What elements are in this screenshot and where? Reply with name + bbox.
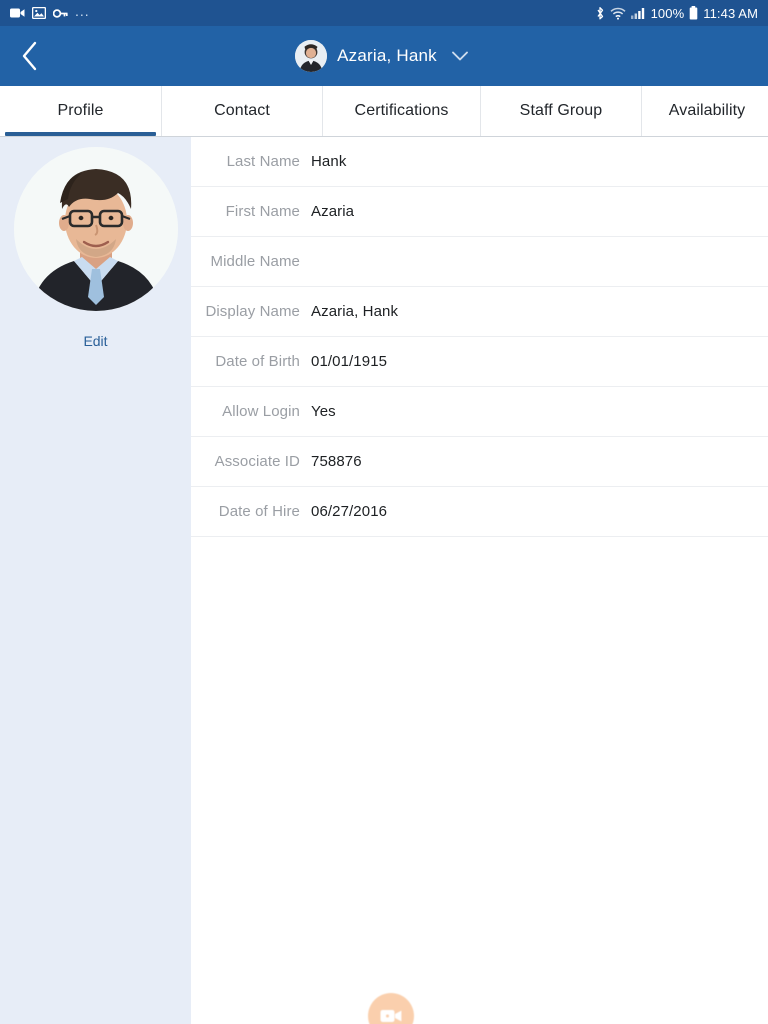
field-row-middle-name[interactable]: Middle Name <box>191 237 768 287</box>
field-value: Azaria <box>311 203 355 220</box>
back-chevron-icon <box>22 41 37 71</box>
app-header: Azaria, Hank <box>0 26 768 86</box>
tab-certifications[interactable]: Certifications <box>323 86 481 136</box>
status-bar-system: 100% 11:43 AM <box>595 6 758 21</box>
key-icon <box>53 8 68 19</box>
field-row-allow-login[interactable]: Allow Login Yes <box>191 387 768 437</box>
field-value: 758876 <box>311 453 362 470</box>
profile-avatar[interactable] <box>13 147 178 311</box>
field-row-associate-id[interactable]: Associate ID 758876 <box>191 437 768 487</box>
field-label: Date of Hire <box>218 503 300 520</box>
tab-label: Availability <box>668 102 746 119</box>
page-title: Azaria, Hank <box>337 46 437 65</box>
content-area: Edit Last Name Hank First Name Azaria Mi… <box>0 137 768 1024</box>
tab-label: Profile <box>57 102 104 119</box>
tab-label: Contact <box>214 102 270 119</box>
battery-percent-label: 100% <box>650 5 685 21</box>
field-row-date-of-birth[interactable]: Date of Birth 01/01/1915 <box>191 337 768 387</box>
tab-contact[interactable]: Contact <box>162 86 323 136</box>
field-row-display-name[interactable]: Display Name Azaria, Hank <box>191 287 768 337</box>
field-label: Middle Name <box>210 253 300 270</box>
cellular-signal-icon <box>630 7 646 19</box>
field-value: 06/27/2016 <box>311 503 388 520</box>
tab-label: Certifications <box>354 102 449 119</box>
video-camera-icon <box>380 1010 402 1022</box>
bluetooth-icon <box>595 6 605 21</box>
tab-staff-group[interactable]: Staff Group <box>481 86 642 136</box>
field-row-last-name[interactable]: Last Name Hank <box>191 137 768 187</box>
back-button[interactable] <box>0 26 60 86</box>
edit-photo-link[interactable]: Edit <box>83 333 107 349</box>
field-label: Associate ID <box>214 453 300 470</box>
field-row-first-name[interactable]: First Name Azaria <box>191 187 768 237</box>
field-value: 01/01/1915 <box>311 353 388 370</box>
field-row-date-of-hire[interactable]: Date of Hire 06/27/2016 <box>191 487 768 537</box>
header-title-group: Azaria, Hank <box>0 26 768 86</box>
chevron-down-icon <box>451 51 468 61</box>
field-label: Last Name <box>226 153 300 170</box>
header-dropdown-button[interactable] <box>447 43 473 69</box>
wifi-icon <box>610 7 626 20</box>
field-value: Hank <box>311 153 347 170</box>
battery-full-icon <box>689 6 698 20</box>
tab-profile[interactable]: Profile <box>0 86 162 136</box>
video-camera-icon <box>10 7 25 19</box>
field-label: Display Name <box>205 303 300 320</box>
field-value: Azaria, Hank <box>311 303 399 320</box>
field-value: Yes <box>311 403 336 420</box>
profile-sidebar: Edit <box>0 137 191 1024</box>
field-label: First Name <box>225 203 300 220</box>
status-bar-notifications: ... <box>10 4 90 22</box>
clock-label: 11:43 AM <box>703 5 758 21</box>
tab-label: Staff Group <box>519 102 603 119</box>
app-screen: ... 100% 11:43 AM Azaria, Hank Profile C… <box>0 0 768 1024</box>
field-label: Date of Birth <box>215 353 300 370</box>
tab-availability[interactable]: Availability <box>642 86 768 136</box>
notification-overflow-icon: ... <box>75 3 90 19</box>
status-bar: ... 100% 11:43 AM <box>0 0 768 26</box>
image-icon <box>32 7 46 19</box>
profile-field-list: Last Name Hank First Name Azaria Middle … <box>191 137 768 1024</box>
field-label: Allow Login <box>222 403 300 420</box>
tab-bar[interactable]: Profile Contact Certifications Staff Gro… <box>0 86 768 137</box>
header-avatar[interactable] <box>295 40 328 72</box>
